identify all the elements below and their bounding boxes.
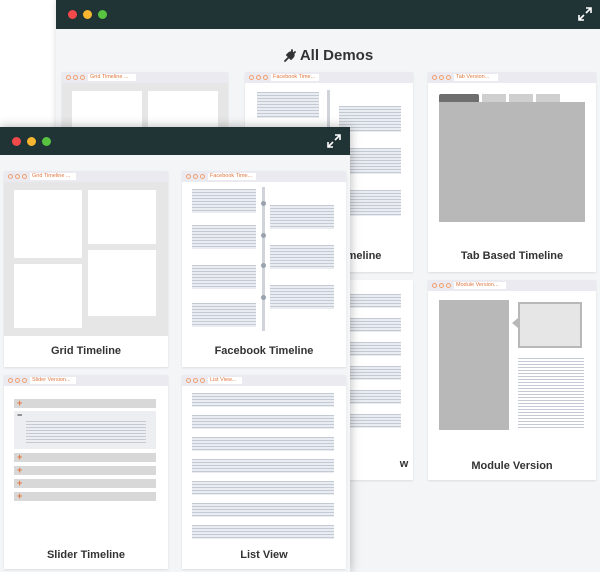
card-grid-timeline[interactable]: Grid Timeline ... Grid Timeline	[4, 171, 168, 367]
expand-icon[interactable]	[578, 7, 592, 21]
card-label: List View	[240, 549, 288, 561]
front-window: Grid Timeline ... Grid Timeline Facebook…	[0, 127, 350, 572]
page-title-text: All Demos	[299, 47, 374, 64]
grid-preview	[4, 182, 168, 336]
front-window-titlebar	[0, 127, 350, 155]
card-label: Grid Timeline	[50, 345, 122, 357]
minimize-button[interactable]	[83, 10, 92, 19]
maximize-button[interactable]	[98, 10, 107, 19]
expand-icon[interactable]	[327, 134, 341, 148]
card-label: Facebook Timeline	[214, 345, 314, 357]
card-facebook-timeline[interactable]: Facebook Time... Facebook Timeline	[182, 171, 346, 367]
back-card-module[interactable]: Module Version... Module Version	[428, 280, 596, 480]
minimize-button[interactable]	[27, 137, 36, 146]
close-button[interactable]	[12, 137, 21, 146]
maximize-button[interactable]	[42, 137, 51, 146]
back-card-tab-based[interactable]: Tab Version... Tab Based Timeline	[428, 72, 596, 272]
back-window-titlebar	[56, 0, 600, 29]
card-label: Slider Timeline	[46, 549, 126, 561]
close-button[interactable]	[68, 10, 77, 19]
page-title: All Demos	[56, 47, 600, 64]
card-slider-timeline[interactable]: Slider Version... + − + + + + Slider Tim…	[4, 375, 168, 569]
back-card-label: Tab Based Timeline	[460, 250, 564, 262]
back-card-label: Module Version	[471, 460, 553, 472]
card-list-view[interactable]: List View... List View	[182, 375, 346, 569]
plug-icon	[283, 48, 296, 62]
